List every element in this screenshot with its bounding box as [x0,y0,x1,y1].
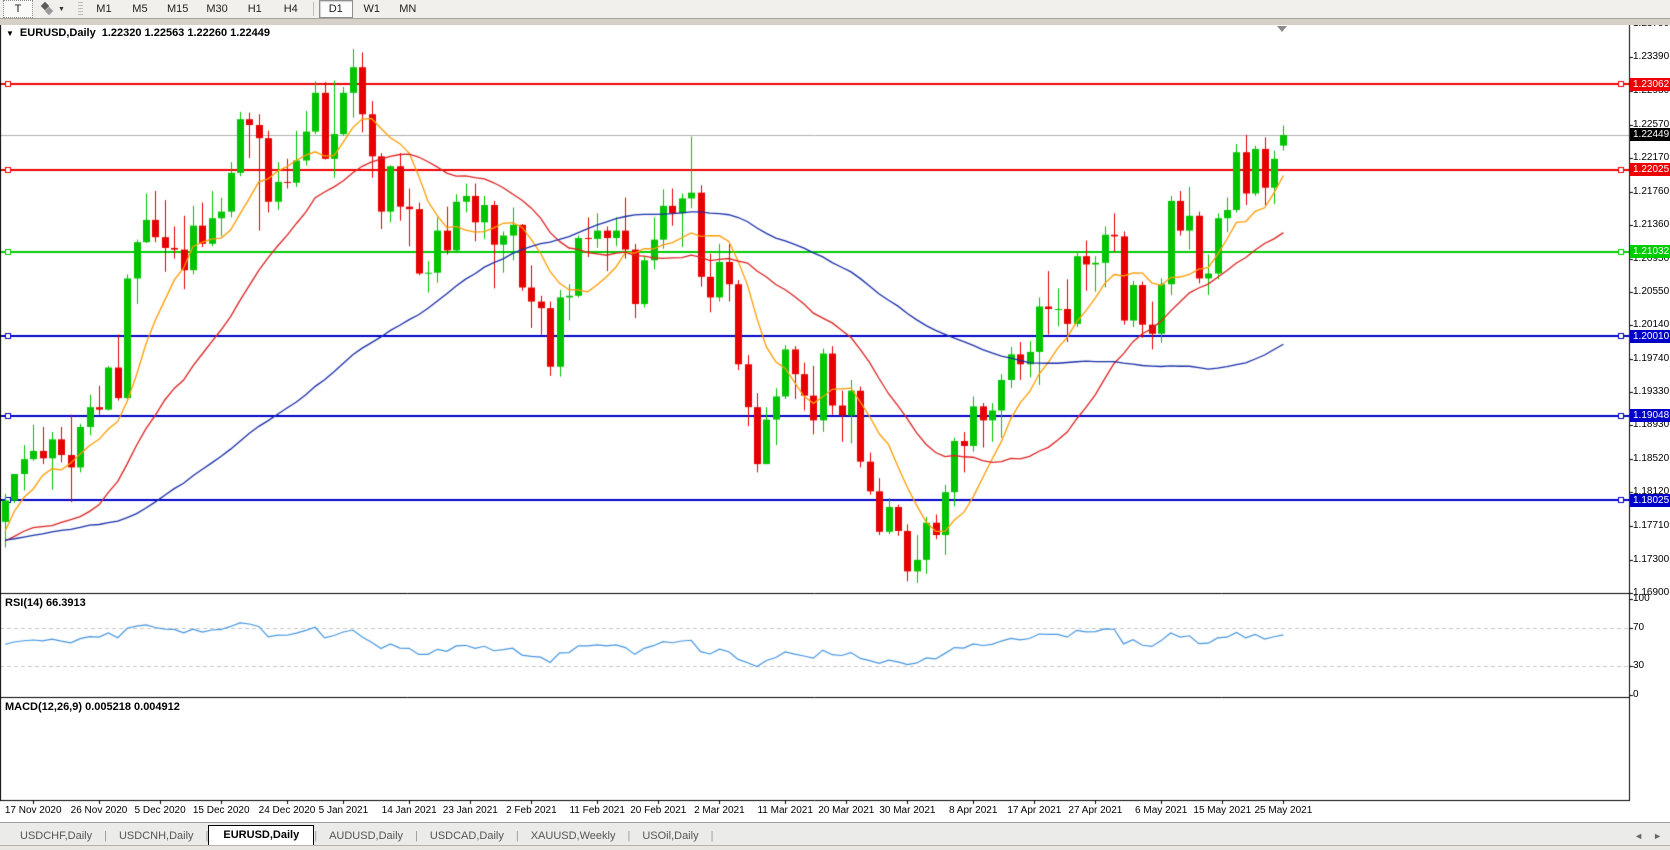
timeframe-button-m1[interactable]: M1 [87,0,121,18]
price-tick-label: 1.17710 [1633,520,1669,531]
date-tick-label: 2 Mar 2021 [694,805,745,816]
chart-tab-usoil[interactable]: USOil,Daily [630,827,710,846]
chart-tab-xauusd[interactable]: XAUUSD,Weekly [519,827,628,846]
chart-tab-audusd[interactable]: AUDUSD,Daily [317,827,415,846]
rsi-tick-label: 0 [1633,689,1639,700]
timeframe-button-m5[interactable]: M5 [123,0,157,18]
date-tick-label: 14 Jan 2021 [382,805,437,816]
date-tick-label: 11 Mar 2021 [757,805,812,816]
chart-title: ▼ EURUSD,Daily 1.22320 1.22563 1.22260 1… [6,27,270,39]
date-tick-label: 23 Jan 2021 [443,805,498,816]
timeframe-button-m15[interactable]: M15 [159,0,196,18]
price-tick-label: 1.17300 [1633,554,1669,565]
tabs-scroll-left-button[interactable]: ◄ [1634,831,1643,841]
chart-symbol-label: EURUSD,Daily [20,27,96,39]
tab-separator: | [711,830,714,846]
timeframe-button-m30[interactable]: M30 [198,0,235,18]
status-bar [0,845,1670,850]
metatrader-window: { "toolbar": { "text_tool_label": "T", "… [0,0,1670,850]
rsi-tick-label: 30 [1633,660,1644,671]
price-tick-label: 1.21360 [1633,219,1669,230]
date-tick-label: 5 Dec 2020 [135,805,186,816]
price-level-badge: 1.21032 [1630,245,1670,258]
chart-tab-usdcad[interactable]: USDCAD,Daily [418,827,516,846]
price-tick-label: 1.22170 [1633,152,1669,163]
date-tick-label: 27 Apr 2021 [1068,805,1122,816]
dropdown-caret-icon: ▼ [58,6,65,13]
timeframe-button-d1[interactable]: D1 [319,0,353,18]
price-tick-label: 1.20550 [1633,286,1669,297]
price-level-badge: 1.23062 [1630,78,1670,91]
date-tick-label: 5 Jan 2021 [319,805,369,816]
price-tick-label: 1.19330 [1633,386,1669,397]
macd-indicator-label: MACD(12,26,9) 0.005218 0.004912 [5,701,180,713]
price-tick-label: 1.23390 [1633,51,1669,62]
timeframe-button-h1[interactable]: H1 [238,0,272,18]
date-tick-label: 17 Nov 2020 [5,805,62,816]
chart-tabbar: USDCHF,Daily|USDCNH,Daily|EURUSD,Daily|A… [0,822,1670,846]
window-separator [0,18,1670,25]
date-tick-label: 30 Mar 2021 [879,805,935,816]
date-tick-label: 20 Mar 2021 [818,805,874,816]
toolbar-separator [313,2,314,16]
text-tool-button[interactable]: T [3,0,33,18]
date-tick-label: 24 Dec 2020 [259,805,316,816]
date-tick-label: 11 Feb 2021 [569,805,624,816]
tabs-scroll-right-button[interactable]: ► [1653,831,1662,841]
toolbar: T ▼ M1M5M15M30H1H4 D1W1MN [0,0,1670,19]
arrange-windows-button[interactable]: ▼ [35,0,71,18]
date-tick-label: 8 Apr 2021 [949,805,997,816]
rsi-tick-label: 70 [1633,622,1644,633]
timeframe-button-w1[interactable]: W1 [355,0,389,18]
date-tick-label: 15 May 2021 [1193,805,1251,816]
chart-canvas[interactable] [0,0,1670,850]
chart-ohlc-values: 1.22320 1.22563 1.22260 1.22449 [102,27,270,39]
current-price-badge: 1.22449 [1630,128,1670,141]
date-tick-label: 20 Feb 2021 [630,805,686,816]
price-level-badge: 1.22025 [1630,163,1670,176]
price-level-badge: 1.20010 [1630,330,1670,343]
rsi-tick-label: 100 [1633,593,1650,604]
date-tick-label: 17 Apr 2021 [1007,805,1061,816]
price-tick-label: 1.19740 [1633,353,1669,364]
date-tick-label: 15 Dec 2020 [193,805,250,816]
date-tick-label: 26 Nov 2020 [71,805,128,816]
price-level-badge: 1.18025 [1630,494,1670,507]
rsi-indicator-label: RSI(14) 66.3913 [5,597,86,609]
price-tick-label: 1.21760 [1633,186,1669,197]
timeframe-button-h4[interactable]: H4 [274,0,308,18]
date-tick-label: 25 May 2021 [1254,805,1312,816]
price-tick-label: 1.18520 [1633,453,1669,464]
chart-shift-marker-icon[interactable] [1277,26,1287,32]
date-tick-label: 2 Feb 2021 [506,805,557,816]
collapse-marker-icon: ▼ [6,29,14,38]
chart-tab-usdcnh[interactable]: USDCNH,Daily [107,827,206,846]
timeframe-button-mn[interactable]: MN [391,0,425,18]
price-level-badge: 1.19048 [1630,409,1670,422]
tile-windows-icon [41,3,55,15]
toolbar-grip [78,2,83,16]
chart-tab-eurusd[interactable]: EURUSD,Daily [208,825,314,846]
chart-tab-usdchf[interactable]: USDCHF,Daily [8,827,104,846]
date-tick-label: 6 May 2021 [1135,805,1187,816]
